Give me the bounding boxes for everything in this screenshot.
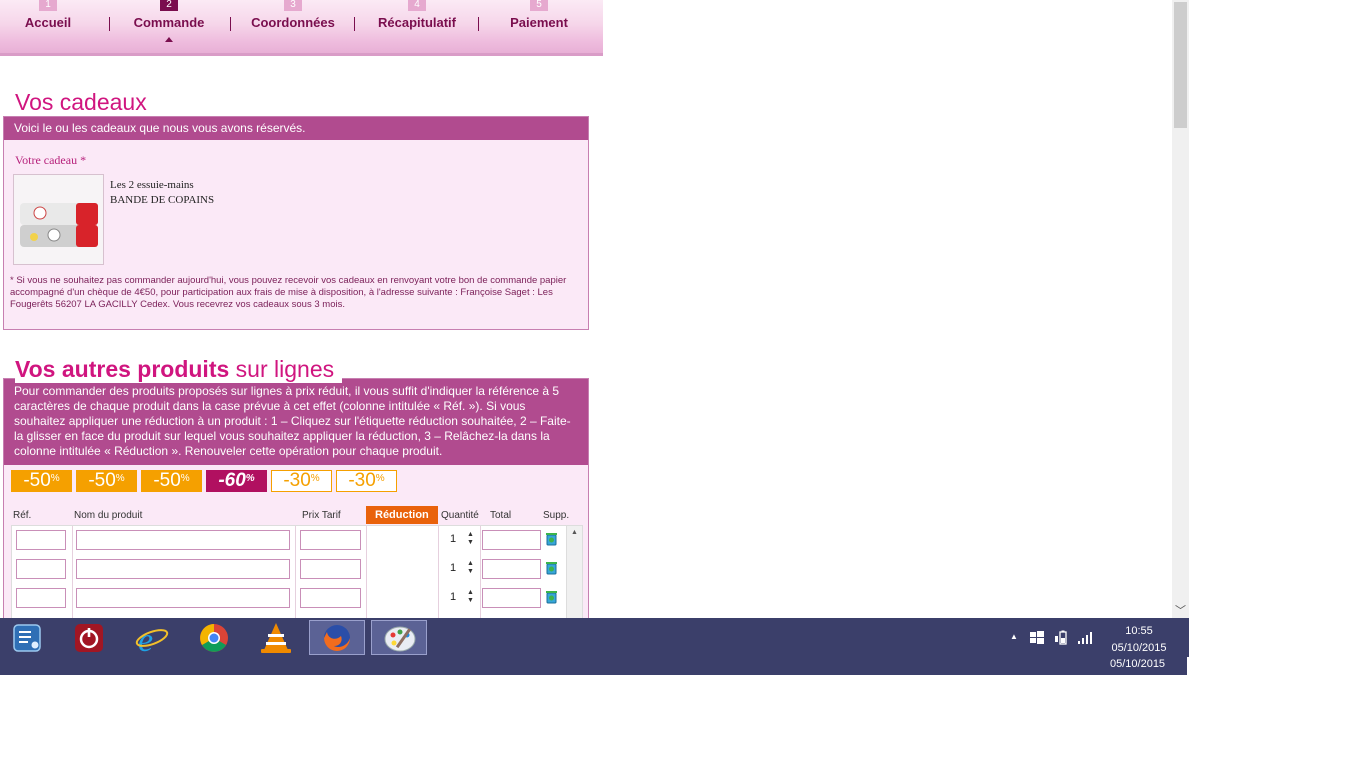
price-input[interactable] [300, 530, 361, 550]
step-number: 2 [160, 0, 178, 11]
gift-name: Les 2 essuie-mains BANDE DE COPAINS [110, 178, 214, 208]
internet-explorer-icon: e [135, 622, 169, 659]
step-label: Coordonnées [251, 15, 335, 30]
taskbar: e ▲ 10:55 05/10/2015 [0, 618, 1189, 659]
taskbar-internet-explorer[interactable]: e [124, 620, 180, 659]
towel-image-icon [14, 175, 103, 264]
column-product-name: Nom du produit [74, 510, 143, 521]
discount-label-50[interactable]: -50% [76, 470, 137, 492]
network-signal-icon[interactable] [1078, 631, 1094, 645]
total-input[interactable] [482, 530, 541, 550]
taskbar-ghost-strip: 05/10/2015 [0, 657, 1187, 675]
quantity-stepper-icon[interactable]: ▲ ▼ [467, 560, 474, 576]
page-scrollbar[interactable]: ﹀ [1172, 0, 1189, 618]
column-reduction: Réduction [366, 506, 438, 524]
step-commande[interactable]: 2 Commande [107, 0, 231, 42]
discount-label-50[interactable]: -50% [141, 470, 202, 492]
taskbar-chrome[interactable] [186, 620, 242, 655]
clock-time: 10:55 [1125, 625, 1153, 637]
discount-label-50[interactable]: -50% [11, 470, 72, 492]
column-delete: Supp. [543, 510, 570, 521]
step-number: 3 [284, 0, 302, 11]
step-label: Commande [133, 15, 205, 30]
order-lines-table: 1 ▲ ▼ 1 ▲ ▼ 1 ▲ ▼ ▲ [11, 525, 583, 620]
active-step-caret-icon [165, 37, 173, 42]
trash-icon[interactable] [544, 531, 559, 546]
discount-label-30[interactable]: -30% [336, 470, 397, 492]
quantity-value[interactable]: 1 [450, 533, 456, 545]
taskbar-firefox[interactable] [309, 620, 365, 655]
step-label: Récapitulatif [377, 15, 456, 30]
taskbar-paint[interactable] [371, 620, 427, 655]
step-accueil[interactable]: 1 Accueil [0, 0, 110, 40]
product-name-input[interactable] [76, 530, 290, 550]
product-name-input[interactable] [76, 588, 290, 608]
power-icon [75, 624, 103, 652]
taskbar-vlc[interactable] [248, 620, 304, 655]
step-coordonnees[interactable]: 3 Coordonnées [231, 0, 355, 40]
step-label: Accueil [24, 15, 72, 30]
column-quantity: Quantité [441, 510, 479, 521]
scroll-up-icon[interactable]: ▲ [571, 529, 578, 536]
step-number: 1 [39, 0, 57, 11]
discount-label-30[interactable]: -30% [271, 470, 332, 492]
step-number: 5 [530, 0, 548, 11]
price-input[interactable] [300, 588, 361, 608]
quantity-value[interactable]: 1 [450, 562, 456, 574]
settings-app-icon [13, 624, 41, 652]
ghost-clock-date: 05/10/2015 [1110, 658, 1166, 670]
products-intro: Pour commander des produits proposés sur… [4, 379, 588, 465]
gift-name-line2: BANDE DE COPAINS [110, 194, 215, 206]
trash-icon[interactable] [544, 560, 559, 575]
table-row: 1 ▲ ▼ [12, 584, 567, 613]
windows-flag-icon[interactable] [1030, 631, 1044, 645]
column-ref: Réf. [13, 510, 32, 521]
gift-note: * Si vous ne souhaitez pas commander auj… [10, 275, 567, 310]
table-scrollbar[interactable]: ▲ [566, 526, 582, 620]
taskbar-clock[interactable]: 10:55 05/10/2015 [1106, 623, 1172, 657]
trash-icon[interactable] [544, 589, 559, 604]
products-title-light: sur lignes [235, 356, 335, 382]
vlc-icon [261, 623, 291, 653]
taskbar-settings-app[interactable] [0, 620, 56, 655]
table-row: 1 ▲ ▼ [12, 555, 567, 584]
table-row: 1 ▲ ▼ [12, 526, 567, 555]
taskbar-power[interactable] [62, 620, 118, 655]
show-hidden-icons-icon[interactable]: ▲ [1010, 632, 1018, 641]
paint-palette-icon [384, 626, 416, 652]
discount-label-60[interactable]: -60% [206, 470, 267, 492]
scroll-down-icon[interactable]: ﹀ [1175, 602, 1186, 618]
page-scrollbar-thumb[interactable] [1174, 2, 1187, 128]
step-paiement[interactable]: 5 Paiement [477, 0, 601, 40]
chrome-icon [200, 624, 228, 652]
total-input[interactable] [482, 588, 541, 608]
step-label: Paiement [510, 15, 568, 30]
firefox-icon [324, 625, 350, 651]
product-name-input[interactable] [76, 559, 290, 579]
gifts-intro: Voici le ou les cadeaux que nous vous av… [4, 117, 588, 140]
step-recapitulatif[interactable]: 4 Récapitulatif [355, 0, 479, 40]
products-panel: Pour commander des produits proposés sur… [3, 378, 589, 638]
column-price: Prix Tarif [302, 510, 341, 521]
total-input[interactable] [482, 559, 541, 579]
step-number: 4 [408, 0, 426, 11]
gifts-title: Vos cadeaux [15, 89, 155, 116]
clock-date: 05/10/2015 [1111, 642, 1167, 654]
products-title-bold: Vos autres produits [15, 356, 230, 382]
quantity-stepper-icon[interactable]: ▲ ▼ [467, 531, 474, 547]
gift-label: Votre cadeau * [15, 153, 87, 167]
checkout-steps: 1 Accueil 2 Commande 3 Coordonnées 4 Réc… [0, 0, 603, 56]
quantity-value[interactable]: 1 [450, 591, 456, 603]
column-total: Total [490, 510, 512, 521]
ref-input[interactable] [16, 588, 66, 608]
gifts-panel: Voici le ou les cadeaux que nous vous av… [3, 116, 589, 330]
gift-name-line1: Les 2 essuie-mains [110, 179, 194, 191]
quantity-stepper-icon[interactable]: ▲ ▼ [467, 589, 474, 605]
ref-input[interactable] [16, 530, 66, 550]
battery-icon[interactable] [1054, 630, 1070, 646]
ref-input[interactable] [16, 559, 66, 579]
gift-image [13, 174, 104, 265]
price-input[interactable] [300, 559, 361, 579]
products-title: Vos autres produits sur lignes [15, 356, 343, 383]
